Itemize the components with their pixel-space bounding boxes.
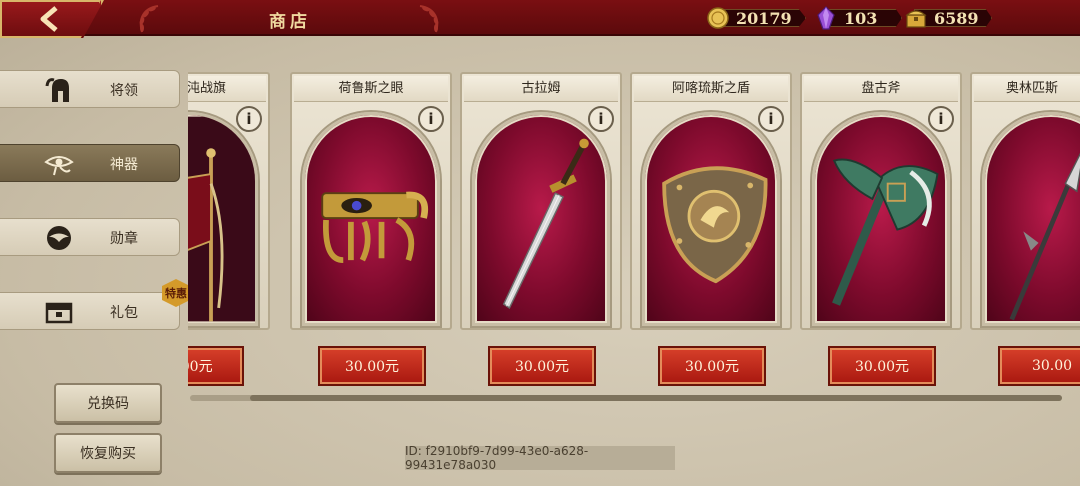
artifact-card[interactable]: 沌战旗 i 2.00元: [188, 72, 270, 386]
laurel-left-icon: [130, 2, 164, 34]
sidebar-item-label: 礼包: [110, 305, 138, 321]
info-button[interactable]: i: [418, 106, 444, 132]
price-button[interactable]: 30.00元: [318, 346, 426, 386]
spartan-helmet-icon: [44, 76, 74, 104]
scrollbar-thumb[interactable]: [250, 395, 1062, 401]
gold-amount: 20179: [736, 8, 792, 28]
restore-purchase-button[interactable]: 恢复购买: [54, 433, 162, 473]
card-title: 荷鲁斯之眼: [294, 76, 448, 102]
price-button[interactable]: 2.00元: [188, 346, 244, 386]
battle-axe-icon: [832, 158, 939, 306]
currency-gold: 20179: [706, 6, 806, 30]
gem-amount: 103: [844, 8, 878, 28]
sidebar-item-label: 将领: [110, 83, 138, 99]
price-button[interactable]: 30.00: [998, 346, 1080, 386]
user-id-label: ID: f2910bf9-7d99-43e0-a628-99431e78a030: [405, 444, 675, 472]
price-button[interactable]: 30.00元: [658, 346, 766, 386]
artifact-card[interactable]: 古拉姆 i 30.00元: [460, 72, 622, 386]
treasure-amount: 6589: [934, 8, 979, 28]
card-title: 阿喀琉斯之盾: [634, 76, 788, 102]
currency-treasure: 6589: [904, 6, 992, 30]
card-title: 古拉姆: [464, 76, 618, 102]
eagle-emblem-icon: [44, 224, 74, 252]
eye-of-horus-icon: [44, 150, 74, 178]
gift-chest-icon: [44, 298, 74, 326]
currency-gem: 103: [814, 6, 902, 30]
back-arrow-icon: [40, 6, 58, 32]
sidebar-item-medals[interactable]: 勋章: [0, 218, 180, 256]
artifact-carousel[interactable]: 沌战旗 i 2.00元 荷鲁斯之眼 i: [188, 70, 1080, 400]
purple-gem-icon: [814, 6, 838, 30]
sidebar-item-label: 勋章: [110, 231, 138, 247]
sidebar-item-label: 神器: [110, 157, 138, 173]
eye-of-horus-artifact-icon: [321, 191, 429, 263]
laurel-right-icon: [414, 2, 448, 34]
gold-coin-icon: [706, 6, 730, 30]
treasure-chest-icon: [904, 6, 928, 30]
info-button[interactable]: i: [236, 106, 262, 132]
price-button[interactable]: 30.00元: [828, 346, 936, 386]
info-button[interactable]: i: [928, 106, 954, 132]
sidebar-item-artifacts[interactable]: 神器: [0, 144, 180, 182]
card-title: 盘古斧: [804, 76, 958, 102]
card-title: 奥林匹斯: [974, 76, 1080, 102]
sidebar-item-generals[interactable]: 将领: [0, 70, 180, 108]
info-button[interactable]: i: [588, 106, 614, 132]
card-title: 沌战旗: [188, 76, 266, 102]
page-title: 商店: [269, 12, 311, 32]
spear-icon: [1009, 152, 1080, 321]
sidebar-item-packs[interactable]: 礼包: [0, 292, 180, 330]
battle-banner-icon: [188, 116, 255, 322]
top-bar: 商店 20179 103 6589: [0, 0, 1080, 36]
price-button[interactable]: 30.00元: [488, 346, 596, 386]
sword-icon: [502, 138, 589, 310]
artifact-card[interactable]: 阿喀琉斯之盾 i 30.00元: [630, 72, 792, 386]
artifact-card[interactable]: 荷鲁斯之眼 i 30.00元: [290, 72, 452, 386]
shield-icon: [662, 166, 768, 284]
redeem-code-button[interactable]: 兑换码: [54, 383, 162, 423]
artifact-card[interactable]: 奥林匹斯 30.00: [970, 72, 1080, 386]
carousel-scrollbar[interactable]: [190, 395, 1062, 401]
info-button[interactable]: i: [758, 106, 784, 132]
artifact-card[interactable]: 盘古斧 i 30.00元: [800, 72, 962, 386]
